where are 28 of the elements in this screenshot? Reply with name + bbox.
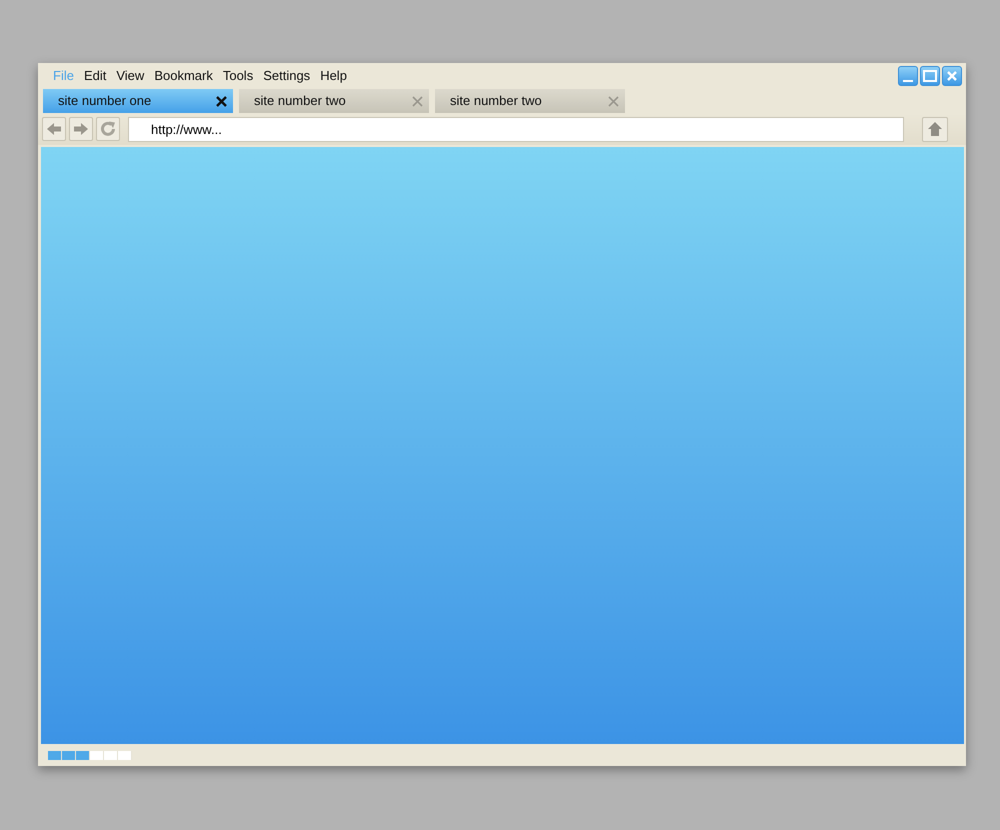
menu-item[interactable]: Tools <box>218 66 258 84</box>
menu-item[interactable]: Help <box>315 66 352 84</box>
menu-item[interactable]: Settings <box>258 66 316 84</box>
reload-icon <box>99 120 117 138</box>
minimize-button[interactable] <box>898 66 918 86</box>
tab-label: site number one <box>58 92 152 110</box>
back-arrow-icon <box>46 122 62 136</box>
maximize-icon <box>923 70 937 82</box>
address-field[interactable]: http://www... <box>128 116 904 142</box>
close-tab-icon[interactable] <box>216 96 227 106</box>
forward-button[interactable] <box>69 117 93 141</box>
menu-item[interactable]: View <box>111 66 150 84</box>
maximize-button[interactable] <box>920 66 940 86</box>
close-icon <box>946 70 958 82</box>
back-button[interactable] <box>42 117 66 141</box>
menu-item[interactable]: Edit <box>78 66 112 84</box>
tab[interactable]: site number two <box>239 89 429 113</box>
tab[interactable]: site number one <box>43 89 233 113</box>
forward-arrow-icon <box>73 122 89 136</box>
close-button[interactable] <box>942 66 962 86</box>
home-button[interactable] <box>922 116 948 142</box>
tab[interactable]: site number two <box>435 89 625 113</box>
house-icon <box>927 121 943 137</box>
minimize-icon <box>903 80 913 82</box>
reload-button[interactable] <box>96 117 120 141</box>
menu-item[interactable]: Bookmark <box>149 66 218 84</box>
tab-label: site number two <box>450 92 543 110</box>
tab-label: site number two <box>254 92 347 110</box>
